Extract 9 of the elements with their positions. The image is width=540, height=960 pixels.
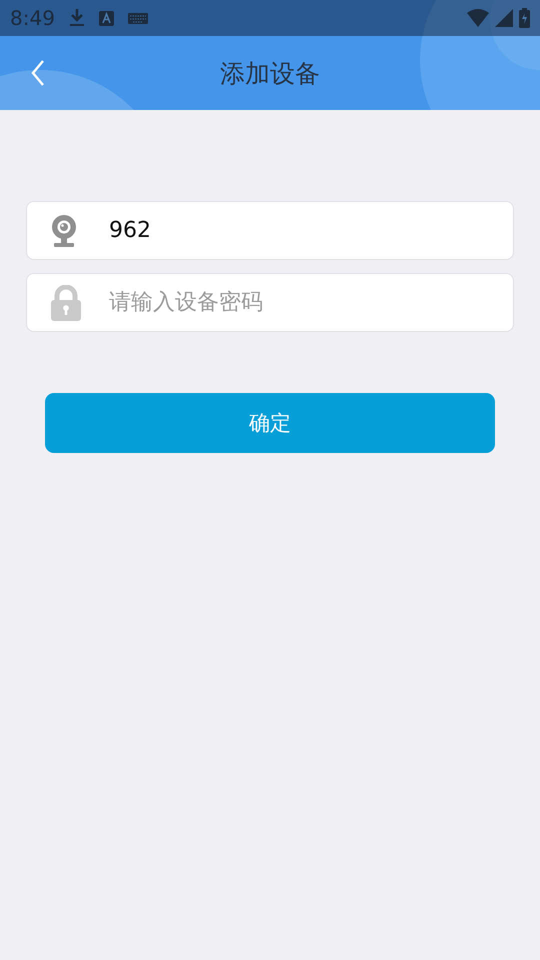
- back-icon[interactable]: [31, 60, 45, 86]
- battery-icon: [519, 8, 530, 28]
- input-field[interactable]: 请输入设备密码: [26, 273, 514, 332]
- wifi-icon: [467, 9, 489, 27]
- download-icon: [68, 8, 85, 28]
- status-time: 8:49: [10, 6, 55, 30]
- page-title: 添加设备: [220, 58, 320, 90]
- signal-icon: [495, 9, 513, 27]
- input-field[interactable]: 962: [26, 201, 514, 260]
